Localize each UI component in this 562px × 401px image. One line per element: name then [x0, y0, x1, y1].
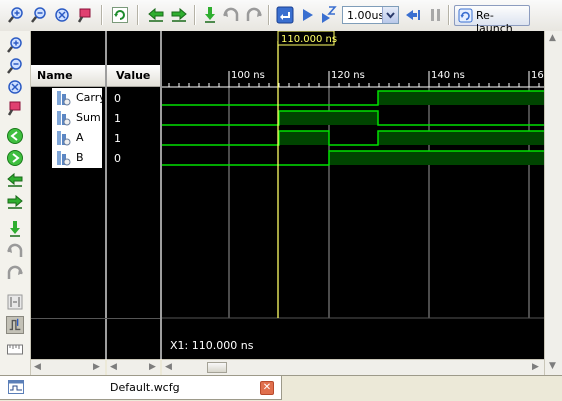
side-toolbar	[0, 31, 31, 375]
editor-tab-bar: Default.wcfg ✕	[0, 375, 562, 401]
signal-name: Carry	[76, 91, 106, 104]
chevron-down-icon	[386, 12, 395, 19]
scroll-left-arrow-icon[interactable]: ◀	[110, 362, 117, 372]
tab-default-wcfg[interactable]: Default.wcfg ✕	[0, 376, 282, 400]
go-to-previous-marker-icon[interactable]	[147, 6, 165, 24]
scroll-left-arrow-icon[interactable]: ◀	[34, 362, 41, 372]
signal-icon	[57, 111, 71, 126]
signal-row-sum[interactable]: Sum	[52, 108, 102, 128]
zoom-full-icon[interactable]	[6, 99, 24, 117]
run-icon[interactable]	[298, 6, 316, 24]
scroll-up-arrow-icon[interactable]: ▲	[549, 33, 556, 43]
vertical-scrollbar[interactable]: ▲ ▼	[544, 31, 562, 375]
signal-value-a: 1	[114, 132, 121, 145]
redo-icon[interactable]	[245, 6, 263, 24]
zoom-fit-icon[interactable]	[53, 6, 71, 24]
swap-cursors-icon[interactable]	[6, 293, 24, 311]
sum-high-region	[279, 111, 378, 125]
value-column-header[interactable]: Value	[107, 65, 160, 87]
scroll-left-arrow-icon[interactable]: ◀	[165, 362, 172, 372]
previous-marker-icon[interactable]	[6, 242, 24, 260]
go-to-next-marker-icon[interactable]	[170, 6, 188, 24]
scroll-right-arrow-icon[interactable]: ▶	[93, 362, 100, 372]
relaunch-button[interactable]: Re-launch	[454, 5, 530, 35]
go-to-time-zero-icon[interactable]	[6, 127, 24, 145]
run-time-value: 1.00us	[347, 9, 385, 22]
b-high-region	[329, 151, 544, 165]
restart-icon[interactable]	[276, 6, 294, 24]
zoom-in-icon[interactable]	[7, 6, 25, 24]
zoom-out-icon[interactable]	[6, 57, 24, 75]
waveform-horizontal-scrollbar[interactable]: ◀ ▶	[162, 359, 544, 376]
signal-row-a[interactable]: A	[52, 128, 102, 148]
add-marker-icon[interactable]	[6, 220, 24, 238]
refresh-icon[interactable]	[111, 6, 129, 24]
waveform-file-icon	[8, 380, 24, 394]
value-column-label: Value	[116, 69, 151, 82]
a-high-region	[279, 131, 329, 145]
scroll-right-arrow-icon[interactable]: ▶	[149, 362, 156, 372]
zoom-in-icon[interactable]	[6, 36, 24, 54]
signal-name: Sum	[76, 111, 101, 124]
pane-divider	[31, 318, 160, 319]
step-icon[interactable]	[404, 6, 422, 24]
tick-label: 140 ns	[431, 70, 465, 81]
signal-name: A	[76, 131, 84, 144]
next-marker-icon[interactable]	[6, 264, 24, 282]
signal-icon	[57, 151, 71, 166]
undo-icon[interactable]	[222, 6, 240, 24]
signal-icon	[57, 91, 71, 106]
waveform-canvas[interactable]: 100 ns 120 ns 140 ns 160 110.000 ns X1: …	[162, 31, 544, 359]
tick-label: 120 ns	[331, 70, 365, 81]
relaunch-icon	[458, 8, 473, 23]
signal-value-b: 0	[114, 152, 121, 165]
run-time-select[interactable]: 1.00us	[342, 6, 399, 24]
cursor-readout: X1: 110.000 ns	[170, 339, 254, 352]
name-column-label: Name	[37, 69, 73, 82]
signal-name: B	[76, 151, 84, 164]
signal-row-b[interactable]: B	[52, 148, 102, 168]
next-transition-icon[interactable]	[6, 193, 24, 211]
floating-ruler-icon[interactable]	[6, 340, 24, 358]
tick-label: 100 ns	[231, 70, 265, 81]
waveform-toolbar: 1.00us Re-launch	[0, 0, 562, 35]
add-marker-icon[interactable]	[201, 6, 219, 24]
zoom-fit-icon[interactable]	[6, 78, 24, 96]
toolbar-separator	[268, 5, 270, 25]
toolbar-separator	[448, 5, 450, 25]
run-time-dropdown-button[interactable]	[382, 7, 398, 23]
signal-icon	[57, 131, 71, 146]
toolbar-separator	[101, 5, 103, 25]
close-icon[interactable]: ✕	[260, 381, 274, 395]
name-pane-horizontal-scrollbar[interactable]: ◀ ▶	[31, 359, 105, 376]
zoom-full-icon[interactable]	[76, 6, 94, 24]
signal-value-carry: 0	[114, 92, 121, 105]
scroll-thumb[interactable]	[207, 362, 227, 373]
zoom-out-icon[interactable]	[30, 6, 48, 24]
snap-to-transition-icon[interactable]	[6, 316, 24, 334]
value-pane-horizontal-scrollbar[interactable]: ◀ ▶	[107, 359, 160, 376]
signal-value-sum: 1	[114, 112, 121, 125]
run-for-time-icon[interactable]	[319, 6, 337, 24]
a-high-region	[378, 131, 544, 145]
tick-label: 160	[531, 70, 544, 81]
previous-transition-icon[interactable]	[6, 171, 24, 189]
name-column-header[interactable]: Name	[31, 65, 105, 87]
toolbar-separator	[194, 5, 196, 25]
toolbar-separator	[137, 5, 139, 25]
signal-row-carry[interactable]: Carry	[52, 88, 106, 108]
scroll-down-arrow-icon[interactable]: ▼	[549, 361, 556, 371]
go-to-last-time-icon[interactable]	[6, 149, 24, 167]
carry-high-region	[378, 91, 544, 105]
cursor-time-label: 110.000 ns	[281, 34, 337, 45]
break-icon[interactable]	[426, 6, 444, 24]
scroll-right-arrow-icon[interactable]: ▶	[532, 362, 539, 372]
tab-label: Default.wcfg	[110, 381, 180, 394]
